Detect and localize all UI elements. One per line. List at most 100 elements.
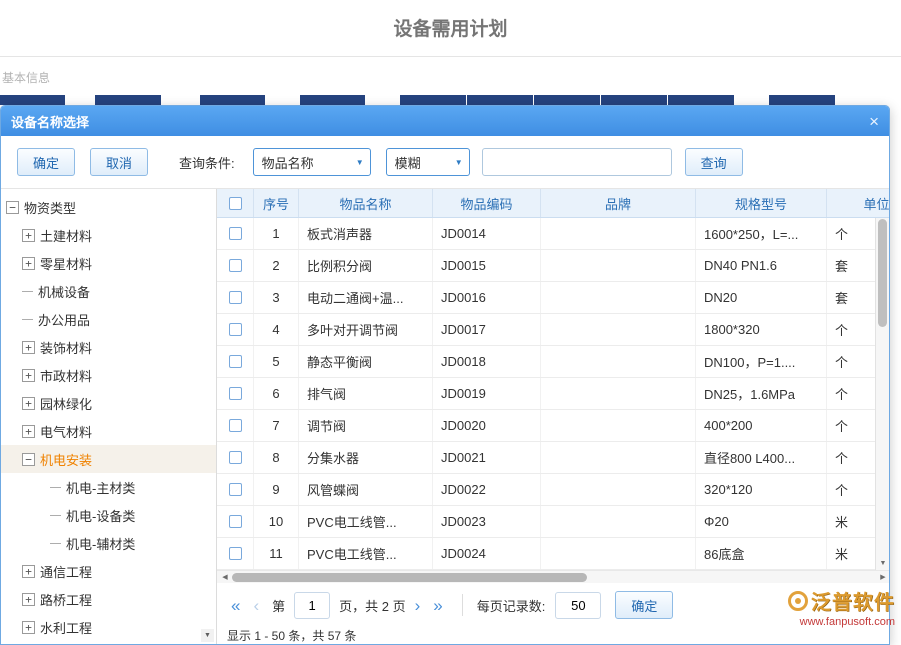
header-item-name[interactable]: 物品名称 (299, 189, 433, 217)
expand-icon[interactable]: + (22, 565, 35, 578)
next-page-icon[interactable]: › (415, 597, 421, 614)
vendor-name: 泛普软件 (811, 586, 895, 615)
expand-icon[interactable]: + (22, 593, 35, 606)
tree-item[interactable]: 机电-辅材类 (1, 529, 216, 557)
tree-connector (50, 515, 61, 516)
expand-icon[interactable]: + (22, 621, 35, 634)
tree-item[interactable]: + 水利工程 (1, 613, 216, 641)
row-checkbox[interactable] (229, 483, 242, 496)
table-row[interactable]: 8 分集水器 JD0021 直径800 L400... 个 (217, 442, 889, 474)
tree-item[interactable]: + 土建材料 (1, 221, 216, 249)
table-row[interactable]: 3 电动二通阀+温... JD0016 DN20 套 (217, 282, 889, 314)
row-spec: 86底盒 (696, 538, 827, 569)
horizontal-scrollbar[interactable]: ◀ ▶ (217, 570, 889, 583)
tree-item-selected[interactable]: − 机电安装 (1, 445, 216, 473)
match-mode-value: 模糊 (395, 153, 421, 172)
per-page-input[interactable] (555, 592, 601, 619)
scroll-down-icon[interactable]: ▼ (201, 629, 214, 642)
row-brand (541, 346, 696, 377)
row-item-code: JD0023 (433, 506, 541, 537)
collapse-icon[interactable]: − (22, 453, 35, 466)
tree-item[interactable]: + 路桥工程 (1, 585, 216, 613)
background-header-fragment (769, 95, 835, 105)
row-brand (541, 250, 696, 281)
last-page-icon[interactable]: » (433, 597, 442, 614)
header-brand[interactable]: 品牌 (541, 189, 696, 217)
page-number-input[interactable] (294, 592, 330, 619)
fanpu-logo-icon (788, 591, 808, 611)
select-all-checkbox[interactable] (229, 197, 242, 210)
table-row[interactable]: 6 排气阀 JD0019 DN25，1.6MPa 个 (217, 378, 889, 410)
table-row[interactable]: 5 静态平衡阀 JD0018 DN100，P=1.... 个 (217, 346, 889, 378)
first-page-icon[interactable]: « (231, 597, 240, 614)
table-row[interactable]: 4 多叶对开调节阀 JD0017 1800*320 个 (217, 314, 889, 346)
table-row[interactable]: 11 PVC电工线管... JD0024 86底盒 米 (217, 538, 889, 570)
vertical-scrollbar-thumb[interactable] (878, 219, 887, 327)
table-row[interactable]: 1 板式消声器 JD0014 1600*250，L=... 个 (217, 218, 889, 250)
row-checkbox[interactable] (229, 419, 242, 432)
table-row[interactable]: 2 比例积分阀 JD0015 DN40 PN1.6 套 (217, 250, 889, 282)
expand-icon[interactable]: + (22, 229, 35, 242)
row-index: 1 (254, 218, 299, 249)
dialog-titlebar[interactable]: 设备名称选择 × (1, 106, 889, 136)
row-item-name: PVC电工线管... (299, 538, 433, 569)
tree-item[interactable]: + 装饰材料 (1, 333, 216, 361)
table-row[interactable]: 7 调节阀 JD0020 400*200 个 (217, 410, 889, 442)
row-checkbox-cell (217, 378, 254, 409)
row-checkbox[interactable] (229, 547, 242, 560)
tree-item-label: 通信工程 (40, 562, 92, 581)
scroll-down-icon[interactable]: ▼ (876, 557, 889, 570)
match-mode-select[interactable]: 模糊 ▼ (386, 148, 470, 176)
vendor-watermark: 泛普软件 www.fanpusoft.com (788, 586, 895, 628)
row-checkbox[interactable] (229, 355, 242, 368)
background-header-fragment (300, 95, 365, 105)
row-checkbox[interactable] (229, 515, 242, 528)
row-checkbox[interactable] (229, 227, 242, 240)
tree-item[interactable]: 机械设备 (1, 277, 216, 305)
tree-item[interactable]: 机电-主材类 (1, 473, 216, 501)
tree-item[interactable]: + 园林绿化 (1, 389, 216, 417)
row-checkbox-cell (217, 282, 254, 313)
row-spec: 1800*320 (696, 314, 827, 345)
row-spec: 直径800 L400... (696, 442, 827, 473)
tree-item[interactable]: + 市政材料 (1, 361, 216, 389)
confirm-button[interactable]: 确定 (17, 148, 75, 176)
expand-icon[interactable]: + (22, 257, 35, 270)
query-button[interactable]: 查询 (685, 148, 743, 176)
expand-icon[interactable]: + (22, 369, 35, 382)
row-checkbox[interactable] (229, 323, 242, 336)
tree-item[interactable]: + 电气材料 (1, 417, 216, 445)
tree-item[interactable]: 机电-设备类 (1, 501, 216, 529)
close-icon[interactable]: × (869, 113, 879, 130)
header-unit[interactable]: 单位 (827, 189, 889, 217)
row-item-code: JD0016 (433, 282, 541, 313)
table-row[interactable]: 10 PVC电工线管... JD0023 Φ20 米 (217, 506, 889, 538)
per-page-confirm-button[interactable]: 确定 (615, 591, 673, 619)
table-row[interactable]: 9 风管蝶阀 JD0022 320*120 个 (217, 474, 889, 506)
tree-item[interactable]: + 零星材料 (1, 249, 216, 277)
row-item-code: JD0024 (433, 538, 541, 569)
header-index[interactable]: 序号 (254, 189, 299, 217)
cancel-button[interactable]: 取消 (90, 148, 148, 176)
row-checkbox-cell (217, 442, 254, 473)
tree-item-label: 市政材料 (40, 366, 92, 385)
expand-icon[interactable]: + (22, 425, 35, 438)
tree-item[interactable]: + 通信工程 (1, 557, 216, 585)
search-input[interactable] (482, 148, 672, 176)
collapse-icon[interactable]: − (6, 201, 19, 214)
field-select[interactable]: 物品名称 ▼ (253, 148, 371, 176)
tree-item[interactable]: 办公用品 (1, 305, 216, 333)
header-item-code[interactable]: 物品编码 (433, 189, 541, 217)
tree-item-root[interactable]: − 物资类型 (1, 193, 216, 221)
horizontal-scrollbar-thumb[interactable] (232, 573, 587, 582)
prev-page-icon[interactable]: ‹ (253, 597, 259, 614)
header-spec[interactable]: 规格型号 (696, 189, 827, 217)
header-checkbox-cell (217, 189, 254, 217)
row-checkbox[interactable] (229, 259, 242, 272)
row-checkbox[interactable] (229, 387, 242, 400)
expand-icon[interactable]: + (22, 397, 35, 410)
row-checkbox[interactable] (229, 291, 242, 304)
vertical-scrollbar[interactable]: ▼ (875, 218, 889, 570)
row-checkbox[interactable] (229, 451, 242, 464)
expand-icon[interactable]: + (22, 341, 35, 354)
